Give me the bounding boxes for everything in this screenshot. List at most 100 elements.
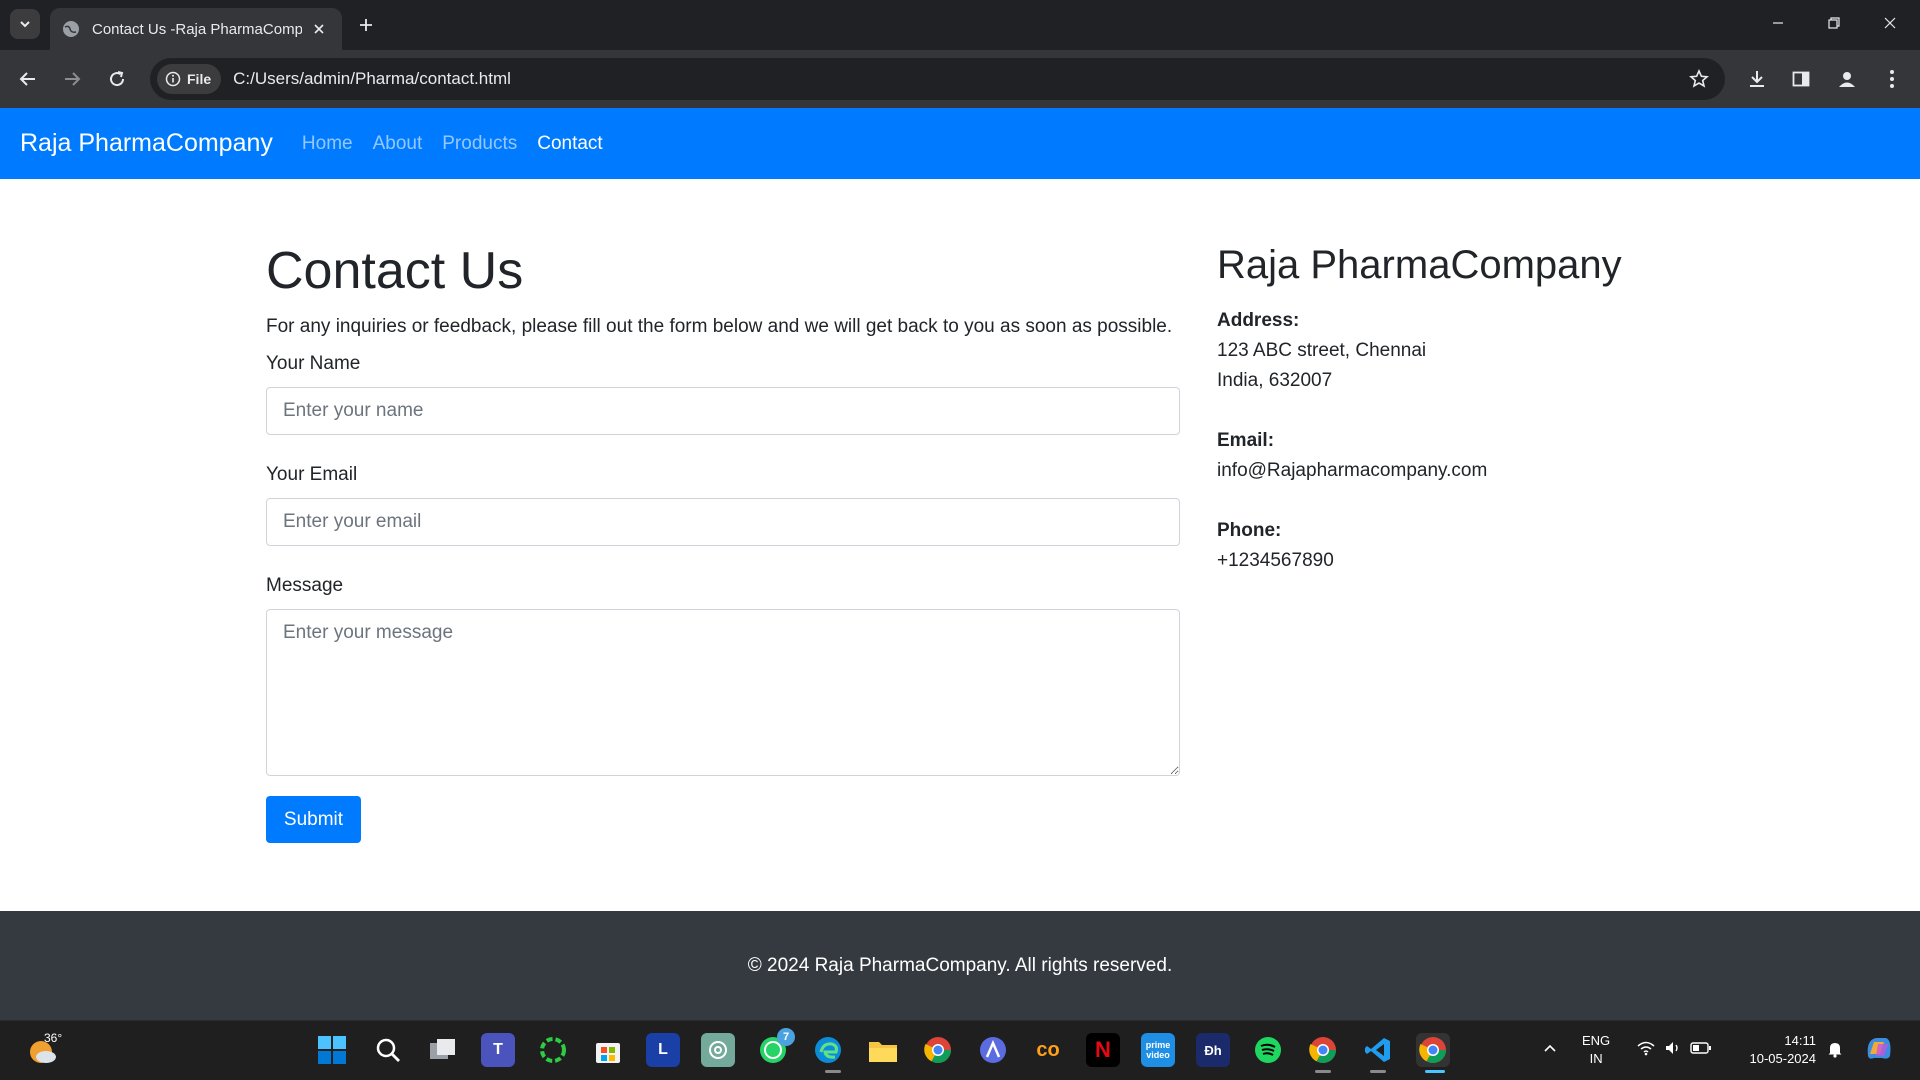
taskbar-app-a-icon[interactable]	[976, 1033, 1010, 1067]
submit-button[interactable]: Submit	[266, 796, 361, 843]
email-input[interactable]	[266, 498, 1180, 546]
weather-temperature: 36°	[44, 1031, 63, 1045]
forward-button[interactable]	[56, 63, 88, 95]
page-title: Contact Us	[266, 242, 524, 300]
tab-close-button[interactable]	[308, 18, 330, 40]
minimize-icon	[1773, 22, 1783, 24]
back-button[interactable]	[12, 63, 44, 95]
info-icon	[165, 71, 181, 87]
new-tab-button[interactable]	[352, 11, 380, 39]
taskbar-spotify-icon[interactable]	[1251, 1033, 1285, 1067]
language-indicator[interactable]: ENG IN	[1582, 1032, 1610, 1068]
triangle-app-icon	[980, 1037, 1006, 1063]
site-info-chip[interactable]: File	[157, 64, 222, 94]
clock-time: 14:11	[1784, 1033, 1816, 1048]
vscode-icon	[1365, 1038, 1390, 1062]
restore-button[interactable]	[1806, 0, 1862, 46]
email-address: info@Rajapharmacompany.com	[1217, 460, 1488, 481]
edge-icon	[815, 1037, 841, 1063]
reload-button[interactable]	[101, 63, 133, 95]
bookmark-button[interactable]	[1681, 61, 1717, 97]
taskbar-chrome-icon[interactable]	[921, 1033, 955, 1067]
phone-label: Phone:	[1217, 520, 1282, 541]
running-indicator-edge	[825, 1070, 841, 1073]
taskbar-whatsapp-icon[interactable]: 7	[756, 1028, 795, 1067]
navbar-brand[interactable]: Raja PharmaCompany	[20, 129, 273, 158]
close-icon	[1884, 17, 1896, 29]
nav-link-contact[interactable]: Contact	[537, 133, 602, 155]
taskbar-teams-icon[interactable]: T	[481, 1033, 515, 1067]
plus-icon	[360, 19, 372, 31]
browser-tab-active[interactable]: Contact Us -Raja PharmaCompany	[50, 8, 342, 50]
battery-status[interactable]	[1690, 1040, 1712, 1059]
name-input[interactable]	[266, 387, 1180, 435]
battery-icon	[1690, 1042, 1711, 1054]
site-footer: © 2024 Raja PharmaCompany. All rights re…	[0, 911, 1920, 1020]
phone-block: Phone: +1234567890	[1217, 516, 1737, 576]
address-bar[interactable]: File C:/Users/admin/Pharma/contact.html	[150, 58, 1725, 100]
bell-icon	[1828, 1043, 1842, 1058]
windows-icon	[318, 1036, 346, 1064]
taskbar-netflix-icon[interactable]: N	[1086, 1033, 1120, 1067]
taskbar-chrome-profile-icon[interactable]	[1306, 1033, 1340, 1067]
whatsapp-badge: 7	[777, 1028, 795, 1046]
taskbar-vscode-icon[interactable]	[1361, 1033, 1395, 1067]
url-text[interactable]: C:/Users/admin/Pharma/contact.html	[233, 69, 1681, 89]
chevron-up-icon	[1544, 1044, 1556, 1052]
copilot-icon	[1867, 1038, 1891, 1059]
nav-link-home[interactable]: Home	[302, 133, 353, 155]
wifi-icon	[1637, 1041, 1655, 1056]
contact-form-section: Contact Us For any inquiries or feedback…	[266, 230, 1180, 843]
clock-date: 10-05-2024	[1749, 1051, 1817, 1066]
nav-link-about[interactable]: About	[373, 133, 423, 155]
taskbar-prime-video-icon[interactable]: prime video	[1141, 1033, 1175, 1067]
running-indicator-vscode	[1370, 1070, 1386, 1073]
message-textarea[interactable]	[266, 609, 1180, 776]
tab-search-button[interactable]	[10, 9, 40, 39]
taskbar: 36° T L 7 co N prime video Đh	[0, 1020, 1920, 1080]
volume-status[interactable]	[1664, 1040, 1682, 1059]
hidden-icons-button[interactable]	[1542, 1040, 1558, 1059]
arrow-left-icon	[19, 72, 35, 86]
search-icon	[376, 1038, 400, 1062]
language-code: ENG	[1582, 1033, 1611, 1048]
arrow-right-icon	[65, 72, 81, 86]
address-block: Address: 123 ABC street, Chennai India, …	[1217, 306, 1737, 396]
taskbar-ring-app-icon[interactable]	[536, 1033, 570, 1067]
openai-icon	[709, 1041, 727, 1059]
wifi-status[interactable]	[1636, 1040, 1656, 1059]
email-block: Email: info@Rajapharmacompany.com	[1217, 426, 1737, 486]
taskbar-file-explorer-icon[interactable]	[866, 1033, 900, 1067]
close-window-button[interactable]	[1862, 0, 1918, 46]
copilot-button[interactable]	[1864, 1034, 1894, 1065]
taskbar-chrome-active-icon[interactable]	[1416, 1033, 1450, 1067]
menu-button[interactable]	[1876, 63, 1908, 95]
taskbar-store-icon[interactable]	[591, 1033, 625, 1067]
minimize-button[interactable]	[1750, 0, 1806, 46]
download-icon	[1750, 71, 1764, 87]
clock[interactable]: 14:11 10-05-2024	[1736, 1032, 1817, 1068]
chevron-down-icon	[20, 21, 30, 28]
name-label: Your Name	[266, 353, 361, 374]
task-view-button[interactable]	[426, 1033, 460, 1067]
intro-text: For any inquiries or feedback, please fi…	[266, 316, 1173, 337]
site-navbar: Raja PharmaCompany Home About Products C…	[0, 108, 1920, 179]
start-button[interactable]	[315, 1033, 349, 1067]
taskbar-search-button[interactable]	[371, 1033, 405, 1067]
profile-button[interactable]	[1831, 63, 1863, 95]
taskbar-l-app-icon[interactable]: L	[646, 1033, 680, 1067]
profile-icon	[1839, 72, 1855, 87]
address-line-1: 123 ABC street, Chennai	[1217, 340, 1427, 361]
side-panel-button[interactable]	[1785, 63, 1817, 95]
taskbar-edge-icon[interactable]	[811, 1033, 845, 1067]
downloads-button[interactable]	[1741, 63, 1773, 95]
notifications-button[interactable]	[1826, 1040, 1844, 1061]
footer-copyright: © 2024 Raja PharmaCompany. All rights re…	[747, 954, 1173, 976]
restore-icon	[1828, 17, 1840, 29]
taskbar-disney-hotstar-icon[interactable]: Đh	[1196, 1033, 1230, 1067]
taskbar-chatgpt-icon[interactable]	[701, 1033, 735, 1067]
taskbar-co-app-icon[interactable]: co	[1031, 1033, 1065, 1067]
nav-link-products[interactable]: Products	[442, 133, 517, 155]
email-label: Your Email	[266, 464, 358, 485]
region-code: IN	[1589, 1051, 1603, 1066]
